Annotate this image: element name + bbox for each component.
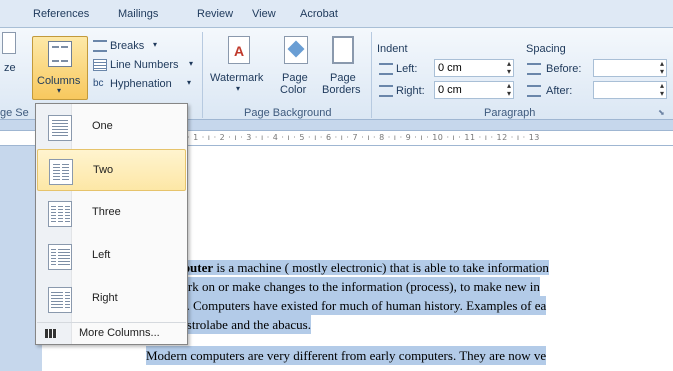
group-label-paragraph: Paragraph [484, 107, 536, 119]
page-color-icon [284, 36, 308, 64]
selected-text: is a machine ( mostly electronic) that i… [213, 260, 549, 275]
tab-mailings[interactable]: Mailings [118, 8, 158, 20]
spacing-after-icon [527, 85, 541, 97]
document-line-2[interactable]: work on or make changes to the informati… [172, 277, 540, 296]
menu-item-label: Two [93, 164, 114, 176]
line-numbers-icon [93, 59, 107, 71]
page-borders-label: Page [330, 72, 356, 84]
two-columns-icon [49, 159, 73, 185]
indent-right-value: 0 cm [438, 84, 462, 96]
tab-review[interactable]: Review [197, 8, 233, 20]
document-line-1[interactable]: mputer is a machine ( mostly electronic)… [172, 258, 549, 277]
chevron-down-icon: ▾ [236, 84, 241, 93]
columns-button[interactable]: Columns ▾ [32, 36, 88, 100]
hyphenation-label: Hyphenation [110, 78, 172, 90]
spacing-before-icon [527, 63, 541, 75]
indent-left-icon [379, 63, 393, 75]
page-borders-button[interactable]: Page Borders [318, 34, 368, 102]
watermark-button[interactable]: A Watermark ▾ [210, 34, 270, 102]
hyphenation-icon: bc [93, 78, 104, 89]
indent-left-value: 0 cm [438, 62, 462, 74]
document-line-5[interactable]: Modern computers are very different from… [146, 346, 547, 365]
columns-icon [48, 41, 72, 67]
breaks-button[interactable]: Breaks ▾ [93, 38, 193, 54]
dialog-launcher-icon[interactable]: ⬊ [658, 108, 665, 117]
menu-item-left[interactable]: Left [37, 235, 186, 277]
columns-dropdown-menu: One Two Three Left Right More Columns... [35, 103, 188, 345]
group-divider [371, 32, 372, 118]
indent-right-icon [379, 85, 393, 97]
spacing-before-input[interactable]: ▴ ▾ [593, 59, 667, 77]
chevron-down-icon: ▾ [153, 40, 158, 49]
menu-item-label: Right [92, 292, 118, 304]
spacing-before-label: Before: [546, 63, 582, 75]
chevron-down-icon: ▾ [57, 86, 62, 95]
watermark-label: Watermark [210, 72, 264, 84]
tab-references[interactable]: References [33, 8, 89, 20]
group-divider [202, 32, 203, 118]
breaks-label: Breaks [110, 40, 145, 52]
document-line-3[interactable]: nt). Computers have existed for much of … [172, 296, 547, 315]
three-columns-icon [48, 201, 72, 227]
right-column-icon [48, 287, 72, 313]
left-column-icon [48, 244, 72, 270]
menu-item-three[interactable]: Three [37, 192, 186, 234]
menu-item-label: Three [92, 206, 121, 218]
spinner-arrows-icon[interactable]: ▴ ▾ [507, 82, 511, 98]
chevron-down-icon: ▾ [189, 59, 194, 68]
tab-view[interactable]: View [252, 8, 276, 20]
spinner-arrows-icon[interactable]: ▴ ▾ [660, 82, 664, 98]
page-color-label: Page [282, 72, 308, 84]
menu-item-label: One [92, 120, 113, 132]
line-numbers-label: Line Numbers [110, 59, 179, 71]
indent-right-label: Right: [396, 85, 425, 97]
breaks-icon [93, 40, 107, 52]
indent-right-input[interactable]: 0 cm ▴ ▾ [434, 81, 514, 99]
size-label: ze [4, 62, 16, 74]
group-label-page-background: Page Background [244, 107, 332, 119]
spinner-arrows-icon[interactable]: ▴ ▾ [660, 60, 664, 76]
indent-left-label: Left: [396, 63, 418, 75]
more-columns-item[interactable]: More Columns... [37, 322, 186, 344]
group-label-page-setup: ge Se [0, 107, 29, 119]
spacing-label: Spacing [526, 43, 566, 55]
page-color-label-2: Color [280, 84, 307, 96]
page-borders-icon [332, 36, 354, 64]
indent-left-input[interactable]: 0 cm ▴ ▾ [434, 59, 514, 77]
document-line-4[interactable]: e astrolabe and the abacus. [172, 315, 311, 334]
menu-item-right[interactable]: Right [37, 278, 186, 320]
more-columns-icon [45, 329, 57, 338]
page-borders-label-2: Borders [322, 84, 361, 96]
watermark-icon: A [228, 36, 250, 64]
ruler-ticks: · 1 · ı · 2 · ı · 3 · ı · 4 · ı · 5 · ı … [187, 133, 540, 142]
size-icon [2, 32, 16, 54]
menu-item-one[interactable]: One [37, 106, 186, 148]
one-column-icon [48, 115, 72, 141]
spacing-after-input[interactable]: ▴ ▾ [593, 81, 667, 99]
indent-label: Indent [377, 43, 408, 55]
spacing-after-label: After: [546, 85, 573, 97]
menu-item-label: Left [92, 249, 111, 261]
tab-acrobat[interactable]: Acrobat [300, 8, 338, 20]
page-color-button[interactable]: Page Color [274, 34, 318, 102]
spinner-arrows-icon[interactable]: ▴ ▾ [507, 60, 511, 76]
size-button[interactable]: ze [0, 32, 28, 102]
menu-item-two[interactable]: Two [37, 149, 186, 191]
more-columns-label: More Columns... [79, 327, 160, 339]
ribbon-tab-bar: References Mailings Review View Acrobat [0, 0, 673, 28]
hyphenation-button[interactable]: bc Hyphenation ▾ [93, 76, 205, 92]
line-numbers-button[interactable]: Line Numbers ▾ [93, 57, 205, 73]
chevron-down-icon: ▾ [187, 78, 192, 87]
